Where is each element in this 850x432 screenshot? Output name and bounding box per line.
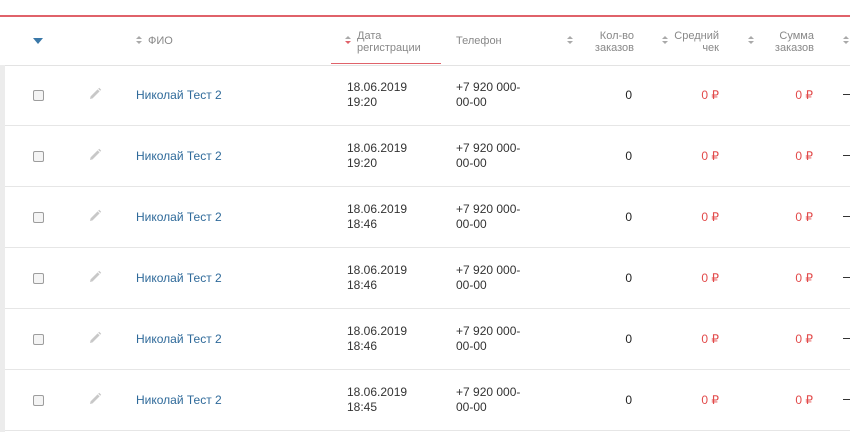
- customer-name-link[interactable]: Николай Тест 2: [136, 393, 222, 407]
- column-header-sum-label-line1: Сумма: [779, 30, 814, 42]
- customer-name-link[interactable]: Николай Тест 2: [136, 88, 222, 102]
- column-header-date-label-line2: регистрации: [357, 42, 421, 54]
- row-checkbox[interactable]: [33, 334, 44, 345]
- orders-sum: 0 ₽: [795, 271, 813, 285]
- column-header-sum-label-line2: заказов: [774, 42, 814, 54]
- registration-date: 18.06.2019 19:20: [347, 80, 408, 109]
- phone-number: +7 920 000- 00-00: [456, 385, 521, 414]
- orders-count: 0: [625, 210, 632, 224]
- average-check: 0 ₽: [701, 393, 719, 407]
- sort-icon: [748, 36, 754, 45]
- registration-date: 18.06.2019 18:46: [347, 324, 408, 353]
- truncated-column-dash: [843, 277, 850, 278]
- sort-icon: [843, 36, 849, 45]
- table-row: Николай Тест 2 18.06.2019 19:20 +7 920 00…: [5, 126, 850, 187]
- truncated-column-dash: [843, 155, 850, 156]
- customer-name-link[interactable]: Николай Тест 2: [136, 332, 222, 346]
- orders-count: 0: [625, 271, 632, 285]
- customer-name-link[interactable]: Николай Тест 2: [136, 271, 222, 285]
- registration-date: 18.06.2019 18:45: [347, 385, 408, 414]
- registration-date: 18.06.2019 19:20: [347, 141, 408, 170]
- column-header-avg[interactable]: Средний чек: [665, 17, 760, 65]
- column-header-avg-label-line1: Средний: [674, 30, 719, 42]
- orders-count: 0: [625, 332, 632, 346]
- sort-icon: [136, 36, 142, 45]
- orders-sum: 0 ₽: [795, 88, 813, 102]
- orders-sum: 0 ₽: [795, 393, 813, 407]
- table-row: Николай Тест 2 18.06.2019 18:46 +7 920 00…: [5, 187, 850, 248]
- sort-desc-icon: [345, 36, 351, 45]
- phone-number: +7 920 000- 00-00: [456, 202, 521, 231]
- active-sort-underline: [331, 63, 441, 64]
- pencil-icon[interactable]: [88, 331, 102, 345]
- average-check: 0 ₽: [701, 88, 719, 102]
- phone-number: +7 920 000- 00-00: [456, 324, 521, 353]
- phone-number: +7 920 000- 00-00: [456, 263, 521, 292]
- truncated-column-dash: [843, 94, 850, 95]
- average-check: 0 ₽: [701, 210, 719, 224]
- truncated-column-dash: [843, 338, 850, 339]
- select-all-dropdown-icon[interactable]: [33, 38, 43, 44]
- column-header-avg-label-line2: чек: [702, 42, 719, 54]
- column-header-phone-label: Телефон: [456, 35, 502, 47]
- table-header: ФИО Дата регистрации Телефон Кол-во зака…: [5, 17, 850, 66]
- row-checkbox[interactable]: [33, 273, 44, 284]
- row-checkbox[interactable]: [33, 395, 44, 406]
- orders-sum: 0 ₽: [795, 149, 813, 163]
- orders-count: 0: [625, 88, 632, 102]
- pencil-icon[interactable]: [88, 209, 102, 223]
- phone-number: +7 920 000- 00-00: [456, 141, 521, 170]
- table-row: Николай Тест 2 18.06.2019 19:20 +7 920 00…: [5, 65, 850, 126]
- column-header-fio-label: ФИО: [148, 35, 173, 47]
- row-checkbox[interactable]: [33, 212, 44, 223]
- column-header-fio[interactable]: ФИО: [136, 17, 286, 65]
- row-checkbox[interactable]: [33, 151, 44, 162]
- pencil-icon[interactable]: [88, 270, 102, 284]
- orders-count: 0: [625, 149, 632, 163]
- registration-date: 18.06.2019 18:46: [347, 263, 408, 292]
- orders-sum: 0 ₽: [795, 332, 813, 346]
- orders-count: 0: [625, 393, 632, 407]
- customer-name-link[interactable]: Николай Тест 2: [136, 149, 222, 163]
- column-header-count-label-line1: Кол-во: [599, 30, 634, 42]
- column-header-date[interactable]: Дата регистрации: [345, 17, 445, 65]
- column-header-count-label-line2: заказов: [594, 42, 634, 54]
- pencil-icon[interactable]: [88, 392, 102, 406]
- pencil-icon[interactable]: [88, 148, 102, 162]
- column-header-sum[interactable]: Сумма заказов: [760, 17, 850, 65]
- average-check: 0 ₽: [701, 149, 719, 163]
- column-header-date-label-line1: Дата: [357, 30, 382, 42]
- customer-name-link[interactable]: Николай Тест 2: [136, 210, 222, 224]
- average-check: 0 ₽: [701, 332, 719, 346]
- sort-icon: [567, 36, 573, 45]
- phone-number: +7 920 000- 00-00: [456, 80, 521, 109]
- table-body: Николай Тест 2 18.06.2019 19:20 +7 920 00…: [5, 65, 850, 431]
- table-row: Николай Тест 2 18.06.2019 18:46 +7 920 00…: [5, 248, 850, 309]
- table-row: Николай Тест 2 18.06.2019 18:46 +7 920 00…: [5, 309, 850, 370]
- registration-date: 18.06.2019 18:46: [347, 202, 408, 231]
- truncated-column-dash: [843, 216, 850, 217]
- row-checkbox[interactable]: [33, 90, 44, 101]
- column-header-phone[interactable]: Телефон: [456, 17, 576, 65]
- pencil-icon[interactable]: [88, 87, 102, 101]
- average-check: 0 ₽: [701, 271, 719, 285]
- truncated-column-dash: [843, 399, 850, 400]
- table-row: Николай Тест 2 18.06.2019 18:45 +7 920 00…: [5, 370, 850, 431]
- column-header-count[interactable]: Кол-во заказов: [590, 17, 670, 65]
- orders-sum: 0 ₽: [795, 210, 813, 224]
